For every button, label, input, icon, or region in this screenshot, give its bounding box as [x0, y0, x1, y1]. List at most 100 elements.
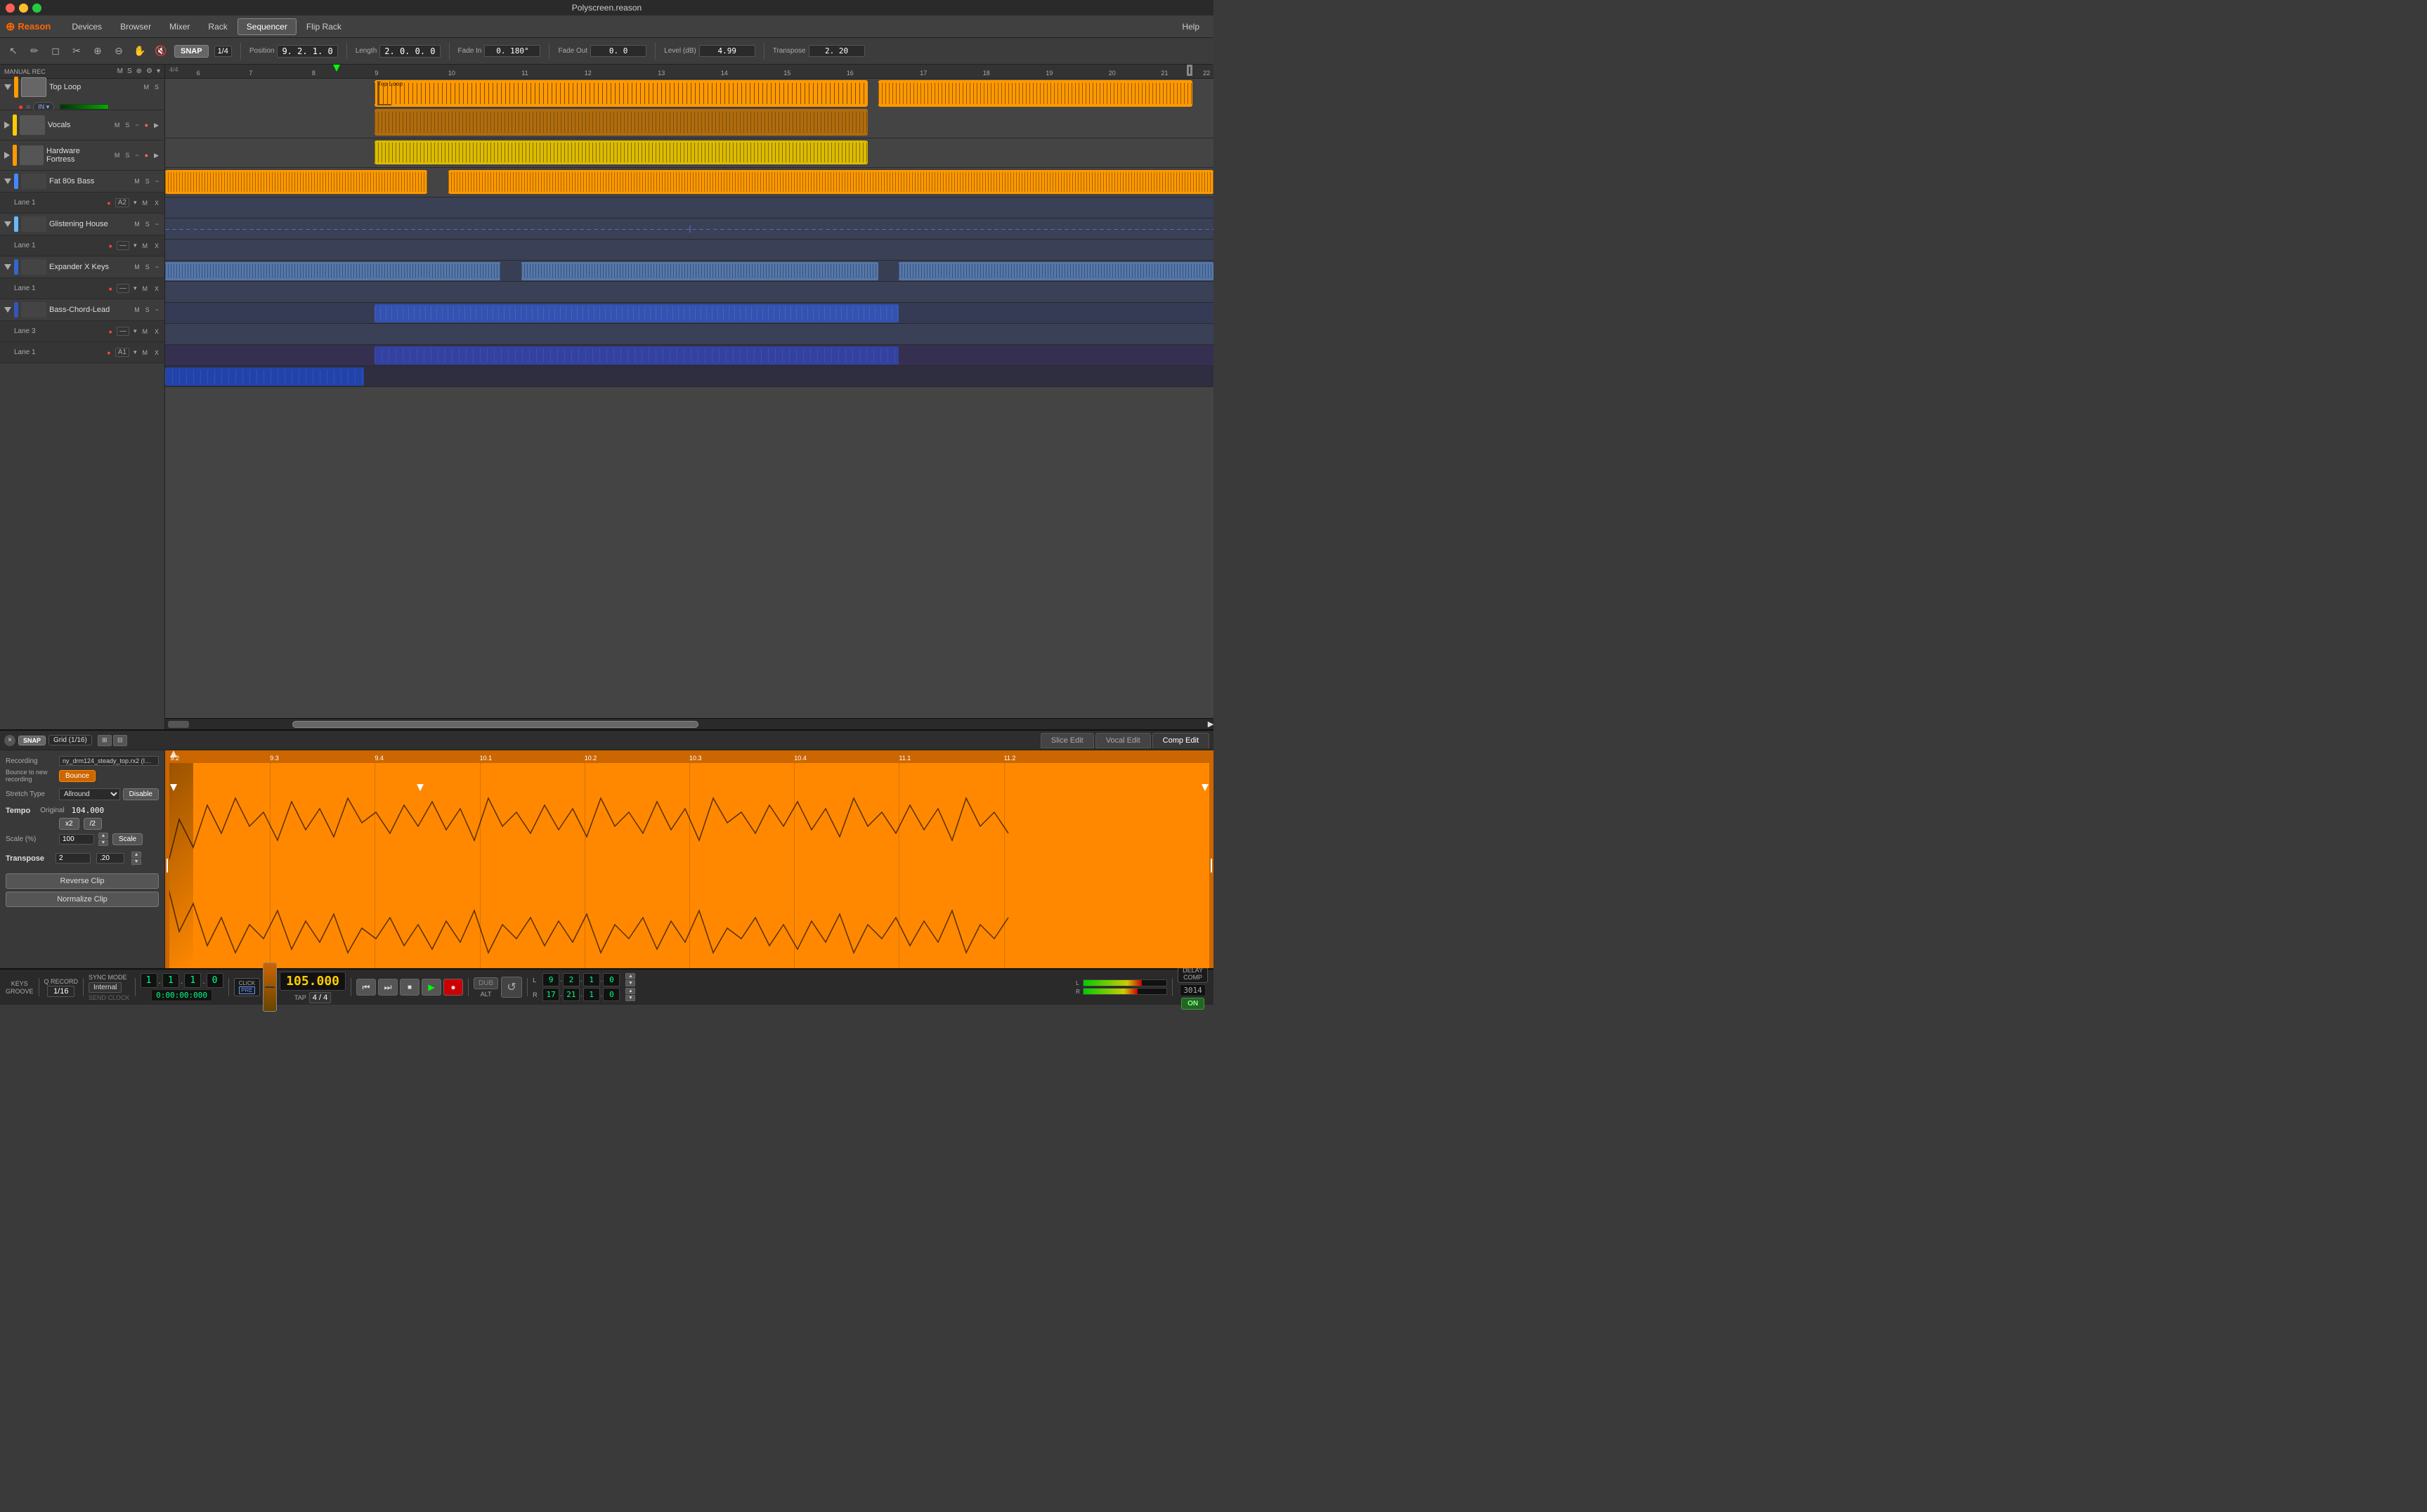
edit-playhead[interactable]	[170, 750, 177, 757]
scale-up[interactable]: ▲	[98, 833, 108, 839]
lr-r-stepper[interactable]: ▲ ▼	[625, 988, 635, 1001]
hand-tool[interactable]: ✋	[132, 44, 148, 59]
scrollbar-thumb[interactable]	[292, 721, 698, 728]
vocals-clip1[interactable]	[375, 141, 867, 164]
snap-button[interactable]: SNAP	[174, 45, 209, 58]
pitch-wheel[interactable]	[263, 963, 277, 1012]
position-value[interactable]: 9. 2. 1. 0	[277, 45, 337, 58]
expand-hwfortress[interactable]	[4, 152, 10, 159]
scale-pct-input[interactable]	[59, 834, 94, 845]
basschordlead-lane1-m[interactable]: M	[141, 348, 149, 357]
zoom-out-tool[interactable]: ⊖	[111, 44, 126, 59]
loop-btn[interactable]: ↺	[501, 977, 522, 998]
basschordlead-lane3-arrow[interactable]: ▾	[134, 327, 137, 335]
transpose-stepper[interactable]: ▲ ▼	[131, 852, 141, 865]
basschordlead-clip1[interactable]	[165, 367, 364, 386]
basschordlead-lane3-m[interactable]: M	[141, 327, 149, 336]
basschordlead-wave[interactable]: ~	[154, 306, 160, 314]
expand-basschordlead[interactable]	[4, 307, 11, 313]
basschordlead-lane3-rec[interactable]: ●	[109, 328, 112, 335]
expand-expander[interactable]	[4, 264, 11, 270]
maximize-button[interactable]	[32, 4, 41, 13]
disable-stretch-btn[interactable]: Disable	[123, 788, 159, 800]
menu-browser[interactable]: Browser	[112, 19, 160, 34]
vocals-play[interactable]: ▶	[152, 121, 160, 130]
glistening-lane-m[interactable]: M	[141, 242, 149, 250]
lr-l-stepper[interactable]: ▲ ▼	[625, 973, 635, 986]
zoom-in-tool[interactable]: ⊕	[90, 44, 105, 59]
tab-slice-edit[interactable]: Slice Edit	[1041, 733, 1094, 748]
vocals-rec[interactable]: ●	[143, 121, 150, 129]
fat80s-lane-arrow[interactable]: ▾	[134, 199, 137, 207]
glistening-clip2[interactable]	[521, 262, 878, 280]
fat80s-s[interactable]: S	[144, 177, 151, 185]
edit-layout-btn1[interactable]: ⊞	[98, 735, 112, 746]
menu-devices[interactable]: Devices	[63, 19, 110, 34]
toploop-mute-icon[interactable]: ○	[26, 103, 30, 111]
more-icon[interactable]: ▾	[157, 67, 160, 75]
toploop-clip1[interactable]: Top Loop	[375, 80, 867, 107]
length-value[interactable]: 2. 0. 0. 0	[379, 45, 440, 58]
lr-r-down[interactable]: ▼	[625, 995, 635, 1001]
glistening-clip1[interactable]	[165, 262, 500, 280]
record-btn[interactable]: ●	[443, 979, 463, 996]
menu-fliprack[interactable]: Flip Rack	[298, 19, 350, 34]
scroll-right-btn[interactable]: ▶	[1208, 719, 1214, 730]
hwfortress-rec[interactable]: ●	[143, 151, 150, 159]
eraser-tool[interactable]: ◻	[48, 44, 63, 59]
close-button[interactable]	[6, 4, 15, 13]
fat80s-lane-m[interactable]: M	[141, 199, 149, 207]
tab-comp-edit[interactable]: Comp Edit	[1152, 733, 1209, 748]
transpose-down[interactable]: ▼	[131, 859, 141, 865]
scroll-left[interactable]	[168, 721, 189, 728]
expander-s[interactable]: S	[144, 263, 151, 271]
expander-wave[interactable]: ~	[154, 263, 160, 271]
edit-snap-btn[interactable]: SNAP	[18, 736, 46, 745]
glistening-lane-x[interactable]: X	[153, 242, 160, 250]
reverse-clip-btn[interactable]: Reverse Clip	[6, 873, 159, 889]
scale-stepper[interactable]: ▲ ▼	[98, 833, 108, 846]
fadeout-value[interactable]: 0. 0	[590, 45, 646, 57]
glistening-wave[interactable]: ~	[154, 220, 160, 228]
fat80s-lane-note[interactable]: A2	[115, 198, 129, 207]
lr-l-up[interactable]: ▲	[625, 973, 635, 979]
quantize-dropdown[interactable]: 1/4	[214, 46, 232, 57]
expander-lane-x[interactable]: X	[153, 285, 160, 293]
expander-lane-rec[interactable]: ●	[109, 285, 112, 292]
edit-layout-btn2[interactable]: ⊟	[113, 735, 127, 746]
left-edge-handle[interactable]	[165, 763, 169, 968]
menu-help[interactable]: Help	[1173, 19, 1208, 34]
basschordlead-m[interactable]: M	[133, 306, 141, 314]
basschordlead-s[interactable]: S	[144, 306, 151, 314]
fat80s-lane-rec[interactable]: ●	[107, 200, 110, 207]
transpose-semitones[interactable]	[56, 853, 91, 863]
expander-clip[interactable]	[375, 304, 899, 322]
hwfortress-play[interactable]: ▶	[152, 151, 160, 160]
fadein-value[interactable]: 0. 180°	[484, 45, 540, 57]
minimize-button[interactable]	[19, 4, 28, 13]
menu-sequencer[interactable]: Sequencer	[238, 18, 297, 35]
q-rec-value[interactable]: 1/16	[47, 986, 74, 997]
expander-m[interactable]: M	[133, 263, 141, 271]
hwfortress-clip2[interactable]	[448, 170, 1214, 194]
delay-on-btn[interactable]: ON	[1181, 998, 1204, 1010]
transpose-cents[interactable]	[96, 853, 124, 863]
config-icon[interactable]: ⚙	[146, 67, 152, 75]
dub-btn[interactable]: DUB	[474, 977, 498, 989]
toploop-rec-clip[interactable]	[375, 109, 867, 136]
stretch-dropdown[interactable]: Allround	[59, 788, 120, 800]
glistening-s[interactable]: S	[144, 220, 151, 228]
sync-mode-value[interactable]: Internal	[89, 982, 122, 993]
vocals-wave[interactable]: ~	[134, 121, 140, 129]
razor-tool[interactable]: ✂	[69, 44, 84, 59]
bpm-display[interactable]: 105.000	[280, 972, 346, 991]
rewind-btn[interactable]: ⏮	[356, 979, 376, 996]
close-edit-panel[interactable]: ×	[4, 735, 15, 746]
glistening-clip3[interactable]	[899, 262, 1214, 280]
play-btn[interactable]: ▶	[422, 979, 441, 996]
basschordlead-lane1-arrow[interactable]: ▾	[134, 348, 137, 356]
expand-vocals[interactable]	[4, 122, 10, 129]
mute-tool[interactable]: 🔇	[153, 44, 169, 59]
expander-lane-m[interactable]: M	[141, 285, 149, 293]
menu-rack[interactable]: Rack	[200, 19, 235, 34]
